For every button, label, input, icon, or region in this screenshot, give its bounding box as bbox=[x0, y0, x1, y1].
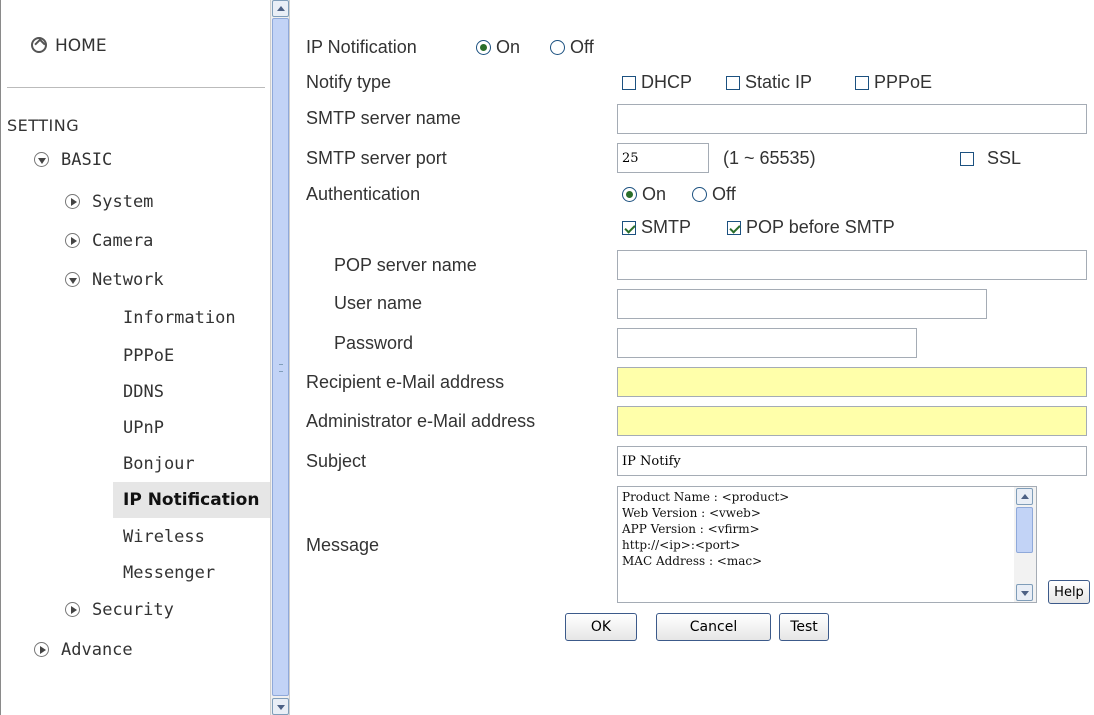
ip-notification-on-option[interactable]: On bbox=[476, 37, 520, 58]
cancel-button[interactable]: Cancel bbox=[656, 613, 771, 641]
ip-notification-on-radio[interactable] bbox=[476, 40, 491, 55]
smtp-server-port-input[interactable] bbox=[617, 143, 709, 173]
nav-item-advance-label: Advance bbox=[61, 640, 133, 660]
nav-home-label: HOME bbox=[55, 36, 107, 56]
message-scroll-up-button[interactable] bbox=[1016, 488, 1033, 505]
subject-input[interactable] bbox=[617, 446, 1087, 476]
test-button[interactable]: Test bbox=[779, 613, 829, 641]
pop-before-smtp-checkbox[interactable] bbox=[727, 221, 741, 235]
auth-smtp-option[interactable]: SMTP bbox=[622, 217, 691, 238]
ssl-checkbox[interactable] bbox=[960, 152, 974, 166]
recipient-email-label: Recipient e-Mail address bbox=[306, 372, 505, 392]
notify-type-pppoe-option[interactable]: PPPoE bbox=[855, 72, 932, 93]
chevron-right-icon bbox=[65, 602, 80, 617]
nav-item-advance[interactable]: Advance bbox=[34, 640, 133, 660]
nav-item-network-label: Network bbox=[92, 270, 164, 290]
nav-item-security[interactable]: Security bbox=[65, 600, 174, 620]
authentication-off-radio[interactable] bbox=[692, 187, 707, 202]
ssl-label: SSL bbox=[987, 148, 1022, 168]
admin-email-label: Administrator e-Mail address bbox=[306, 411, 536, 431]
nav-item-bonjour[interactable]: Bonjour bbox=[123, 454, 195, 474]
ip-notification-off-label: Off bbox=[570, 37, 594, 57]
nav-item-messenger[interactable]: Messenger bbox=[123, 563, 215, 583]
user-name-label: User name bbox=[334, 293, 423, 313]
chevron-right-icon bbox=[65, 194, 80, 209]
home-icon bbox=[31, 37, 47, 53]
nav-divider bbox=[7, 87, 265, 88]
password-input[interactable] bbox=[617, 328, 917, 358]
smtp-label: SMTP bbox=[641, 217, 692, 237]
message-scrollbar-thumb[interactable] bbox=[1016, 507, 1033, 553]
grip-icon bbox=[279, 364, 283, 372]
smtp-server-name-input[interactable] bbox=[617, 104, 1087, 134]
ok-button[interactable]: OK bbox=[565, 613, 637, 641]
nav-item-information[interactable]: Information bbox=[123, 308, 236, 328]
smtp-port-range-hint: (1 ~ 65535) bbox=[723, 148, 816, 168]
authentication-label: Authentication bbox=[306, 184, 421, 204]
frame-scrollbar[interactable] bbox=[270, 0, 290, 715]
authentication-off-label: Off bbox=[712, 184, 736, 204]
message-text: Product Name : <product> Web Version : <… bbox=[622, 490, 790, 568]
smtp-checkbox[interactable] bbox=[622, 221, 636, 235]
scroll-up-button[interactable] bbox=[272, 0, 289, 17]
pppoe-label: PPPoE bbox=[874, 72, 933, 92]
ip-notification-off-radio[interactable] bbox=[550, 40, 565, 55]
pppoe-checkbox[interactable] bbox=[855, 76, 869, 90]
ssl-option[interactable]: SSL bbox=[960, 148, 1021, 169]
nav-setting-heading: SETTING bbox=[7, 116, 80, 135]
help-button[interactable]: Help bbox=[1048, 580, 1090, 604]
ip-notification-off-option[interactable]: Off bbox=[550, 37, 594, 58]
smtp-server-port-label: SMTP server port bbox=[306, 148, 447, 168]
recipient-email-input[interactable] bbox=[617, 367, 1087, 397]
ip-notification-label: IP Notification bbox=[306, 37, 417, 57]
nav-basic[interactable]: BASIC bbox=[34, 150, 112, 170]
subject-label: Subject bbox=[306, 451, 367, 471]
chevron-down-icon bbox=[34, 152, 49, 167]
message-scrollbar[interactable] bbox=[1014, 487, 1036, 602]
nav-item-camera[interactable]: Camera bbox=[65, 231, 153, 251]
chevron-right-icon bbox=[34, 642, 49, 657]
nav-item-camera-label: Camera bbox=[92, 231, 154, 251]
ip-notification-on-label: On bbox=[496, 37, 521, 57]
smtp-server-name-label: SMTP server name bbox=[306, 108, 461, 128]
scroll-down-button[interactable] bbox=[272, 698, 289, 715]
nav-item-ddns[interactable]: DDNS bbox=[123, 382, 164, 402]
nav-item-pppoe[interactable]: PPPoE bbox=[123, 346, 174, 366]
dhcp-label: DHCP bbox=[641, 72, 693, 92]
message-scroll-down-button[interactable] bbox=[1016, 584, 1033, 601]
nav-item-system-label: System bbox=[92, 192, 154, 212]
sidebar-nav: HOME SETTING BASIC System Camera Network… bbox=[0, 0, 271, 715]
authentication-on-option[interactable]: On bbox=[622, 184, 666, 205]
password-label: Password bbox=[334, 333, 414, 353]
authentication-on-radio[interactable] bbox=[622, 187, 637, 202]
notify-type-dhcp-option[interactable]: DHCP bbox=[622, 72, 692, 93]
static-ip-label: Static IP bbox=[745, 72, 813, 92]
authentication-on-label: On bbox=[642, 184, 667, 204]
nav-item-security-label: Security bbox=[92, 600, 174, 620]
dhcp-checkbox[interactable] bbox=[622, 76, 636, 90]
nav-basic-label: BASIC bbox=[61, 150, 113, 170]
nav-item-wireless[interactable]: Wireless bbox=[123, 527, 205, 547]
nav-item-system[interactable]: System bbox=[65, 192, 153, 212]
pop-before-smtp-label: POP before SMTP bbox=[746, 217, 895, 237]
message-textarea[interactable]: Product Name : <product> Web Version : <… bbox=[617, 486, 1037, 603]
notify-type-label: Notify type bbox=[306, 72, 392, 92]
nav-item-upnp[interactable]: UPnP bbox=[123, 418, 164, 438]
static-ip-checkbox[interactable] bbox=[726, 76, 740, 90]
pop-server-name-label: POP server name bbox=[334, 255, 477, 275]
notify-type-static-ip-option[interactable]: Static IP bbox=[726, 72, 812, 93]
auth-pop-before-smtp-option[interactable]: POP before SMTP bbox=[727, 217, 895, 238]
pop-server-name-input[interactable] bbox=[617, 250, 1087, 280]
nav-item-ip-notification[interactable]: IP Notification bbox=[123, 490, 259, 510]
nav-item-network[interactable]: Network bbox=[65, 270, 164, 290]
authentication-off-option[interactable]: Off bbox=[692, 184, 736, 205]
nav-home[interactable]: HOME bbox=[31, 36, 107, 56]
chevron-right-icon bbox=[65, 233, 80, 248]
user-name-input[interactable] bbox=[617, 289, 987, 319]
scrollbar-thumb[interactable] bbox=[272, 18, 289, 696]
admin-email-input[interactable] bbox=[617, 406, 1087, 436]
chevron-down-icon bbox=[65, 272, 80, 287]
message-label: Message bbox=[306, 535, 380, 555]
